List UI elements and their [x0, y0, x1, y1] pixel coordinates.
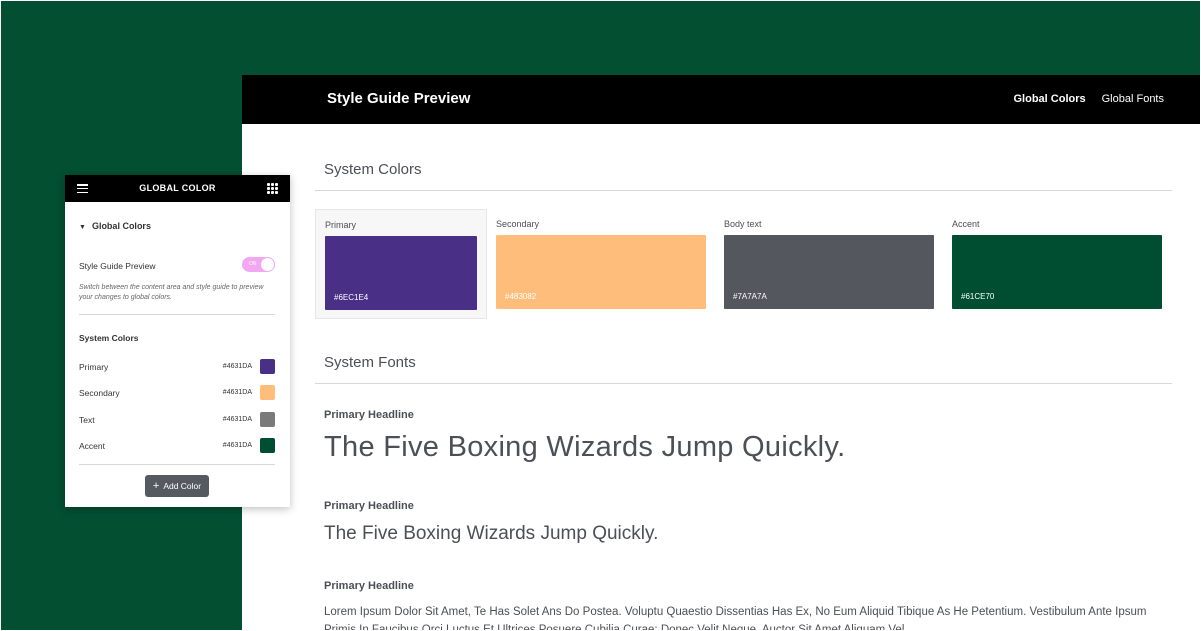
apps-grid-icon[interactable] — [267, 183, 278, 194]
swatch-name: Body text — [724, 219, 762, 229]
system-colors-heading: System Colors — [324, 161, 422, 178]
divider — [315, 190, 1172, 191]
system-fonts-heading: System Fonts — [324, 354, 416, 371]
font-sample-large: The Five Boxing Wizards Jump Quickly. — [324, 431, 846, 463]
swatch-color: #7A7A7A — [724, 235, 934, 309]
caret-down-icon: ▼ — [79, 224, 86, 231]
color-row-text[interactable]: Text #4631DA — [79, 412, 275, 428]
nav-global-colors[interactable]: Global Colors — [1014, 93, 1086, 105]
font-sample-body: Lorem Ipsum Dolor Sit Amet, Te Has Solet… — [324, 606, 1147, 630]
color-picker-swatch[interactable] — [260, 359, 275, 374]
color-row-hex: #4631DA — [222, 389, 252, 396]
divider — [79, 464, 275, 465]
divider — [79, 314, 275, 315]
global-color-panel: GLOBAL COLOR ▼ Global Colors Style Guide … — [65, 175, 290, 507]
swatch-hex: #7A7A7A — [733, 292, 767, 301]
section-label: Global Colors — [91, 221, 151, 231]
swatch-primary[interactable]: Primary #6EC1E4 — [315, 209, 487, 319]
color-row-name: Secondary — [79, 388, 120, 398]
plus-icon: + — [152, 479, 160, 492]
color-row-name: Accent — [79, 441, 105, 451]
color-picker-swatch[interactable] — [260, 412, 275, 427]
swatch-color: #61CE70 — [952, 235, 1162, 309]
color-row-name: Text — [79, 415, 95, 425]
preview-title: Style Guide Preview — [327, 90, 471, 107]
nav-global-fonts[interactable]: Global Fonts — [1102, 93, 1164, 105]
preview-nav: Global Colors Global Fonts — [1014, 93, 1165, 105]
swatch-color: #483082 — [496, 235, 706, 309]
swatch-secondary[interactable]: Secondary #483082 — [487, 209, 706, 318]
color-picker-swatch[interactable] — [260, 385, 275, 400]
color-row-secondary[interactable]: Secondary #4631DA — [79, 385, 275, 401]
color-picker-swatch[interactable] — [260, 438, 275, 453]
swatch-body-text[interactable]: Body text #7A7A7A — [715, 209, 934, 318]
swatch-hex: #61CE70 — [961, 292, 995, 301]
system-colors-label: System Colors — [79, 333, 139, 343]
add-color-label: Add Color — [163, 481, 202, 491]
toggle-label: Style Guide Preview — [79, 261, 156, 271]
toggle-state: ON — [249, 261, 257, 267]
color-row-hex: #4631DA — [222, 442, 252, 449]
panel-title: GLOBAL COLOR — [139, 183, 216, 193]
divider — [315, 383, 1172, 384]
color-row-hex: #4631DA — [222, 363, 252, 370]
panel-header: GLOBAL COLOR — [65, 175, 290, 202]
color-row-accent[interactable]: Accent #4631DA — [79, 438, 275, 454]
swatch-color: #6EC1E4 — [325, 236, 477, 310]
global-colors-section-toggle[interactable]: ▼ Global Colors — [79, 221, 151, 231]
font-label: Primary Headline — [324, 500, 414, 512]
style-guide-preview: Style Guide Preview Global Colors Global… — [242, 75, 1200, 630]
page-background: Style Guide Preview Global Colors Global… — [1, 1, 1200, 630]
swatch-name: Secondary — [496, 219, 540, 229]
font-sample-medium: The Five Boxing Wizards Jump Quickly. — [324, 523, 659, 544]
style-guide-preview-toggle[interactable]: ON — [242, 257, 275, 272]
swatch-hex: #6EC1E4 — [334, 293, 369, 302]
swatch-accent[interactable]: Accent #61CE70 — [943, 209, 1162, 318]
add-color-button[interactable]: + Add Color — [145, 475, 209, 497]
color-row-primary[interactable]: Primary #4631DA — [79, 359, 275, 375]
font-label: Primary Headline — [324, 409, 414, 421]
preview-header: Style Guide Preview Global Colors Global… — [242, 75, 1200, 124]
color-row-name: Primary — [79, 362, 109, 372]
color-row-hex: #4631DA — [222, 416, 252, 423]
toggle-knob — [261, 258, 274, 271]
swatch-name: Primary — [325, 220, 356, 230]
swatch-hex: #483082 — [505, 292, 537, 301]
help-text: Switch between the content area and styl… — [79, 284, 264, 301]
font-label: Primary Headline — [324, 580, 414, 592]
swatch-name: Accent — [952, 219, 980, 229]
